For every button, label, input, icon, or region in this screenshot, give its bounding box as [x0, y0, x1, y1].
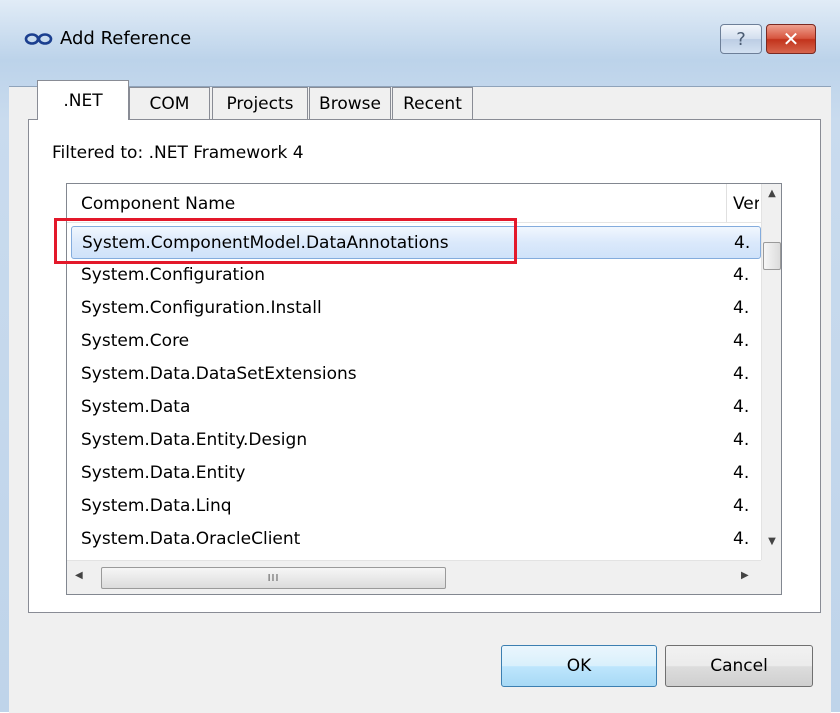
grip-icon: III [267, 572, 280, 584]
tab-browse[interactable]: Browse [309, 87, 391, 119]
tab-label: Browse [319, 93, 381, 114]
column-header-version[interactable]: Version [733, 194, 759, 214]
scroll-left-arrow-icon[interactable]: ◀ [75, 570, 83, 581]
component-name: System.Core [81, 331, 190, 351]
component-version: 4. [733, 430, 750, 450]
window-title: Add Reference [60, 28, 192, 49]
list-item[interactable]: System.Data.Entity 4. [67, 457, 761, 490]
tab-net[interactable]: .NET [37, 80, 129, 120]
vertical-scroll-thumb[interactable] [763, 242, 781, 270]
component-version: 4. [733, 331, 750, 351]
list-item[interactable]: System.Data.OracleClient 4. [67, 523, 761, 556]
filter-label: Filtered to: .NET Framework 4 [52, 143, 304, 163]
ok-button[interactable]: OK [501, 645, 657, 687]
component-name: System.Data.Linq [81, 496, 232, 516]
component-name: System.Configuration.Install [81, 298, 322, 318]
column-header-component-name[interactable]: Component Name [81, 194, 235, 214]
cancel-label: Cancel [710, 656, 768, 676]
help-icon: ? [736, 28, 746, 50]
component-version: 4. [733, 529, 750, 549]
component-name: System.Data.OracleClient [81, 529, 301, 549]
cancel-button[interactable]: Cancel [665, 645, 813, 687]
help-button[interactable]: ? [720, 24, 762, 54]
scroll-down-arrow-icon[interactable]: ▼ [762, 536, 781, 556]
list-item[interactable]: System.Data.Entity.Design 4. [67, 424, 761, 457]
tab-label: .NET [63, 90, 103, 111]
component-version: 4. [733, 298, 750, 318]
close-button[interactable]: ✕ [766, 24, 816, 54]
tab-label: COM [149, 93, 190, 114]
tab-projects[interactable]: Projects [212, 87, 308, 119]
scroll-right-arrow-icon[interactable]: ▶ [741, 570, 749, 581]
list-item[interactable]: System.Configuration.Install 4. [67, 292, 761, 325]
list-item[interactable]: System.Data.DataSetExtensions 4. [67, 358, 761, 391]
horizontal-scrollbar[interactable]: ◀ III ▶ [67, 560, 761, 594]
tab-com[interactable]: COM [129, 87, 210, 119]
component-name: System.Data.DataSetExtensions [81, 364, 357, 384]
component-name: System.Data.Entity [81, 463, 246, 483]
list-item[interactable]: System.Data 4. [67, 391, 761, 424]
list-item[interactable]: System.Data.Linq 4. [67, 490, 761, 523]
list-item[interactable]: System.Core 4. [67, 325, 761, 358]
component-version: 4. [734, 233, 751, 253]
component-version: 4. [733, 265, 750, 285]
title-bar[interactable]: Add Reference ? ✕ [0, 0, 840, 86]
tab-recent[interactable]: Recent [392, 87, 473, 119]
vertical-scrollbar[interactable]: ▲ ▼ [761, 184, 781, 560]
component-version: 4. [733, 397, 750, 417]
scroll-up-arrow-icon[interactable]: ▲ [762, 188, 781, 208]
highlight-annotation [54, 218, 517, 264]
component-version: 4. [733, 364, 750, 384]
scrollbar-corner [761, 560, 781, 594]
component-version: 4. [733, 496, 750, 516]
component-name: System.Configuration [81, 265, 266, 285]
close-icon: ✕ [782, 27, 800, 51]
component-name: System.Data [81, 397, 191, 417]
component-name: System.Data.Entity.Design [81, 430, 308, 450]
tab-label: Recent [403, 93, 462, 114]
add-reference-dialog: Add Reference ? ✕ .NET COM Projects Brow… [0, 0, 840, 713]
tab-label: Projects [226, 93, 294, 114]
horizontal-scroll-thumb[interactable]: III [101, 567, 446, 589]
component-version: 4. [733, 463, 750, 483]
ok-label: OK [566, 656, 592, 676]
infinity-icon [24, 33, 53, 45]
column-divider[interactable] [726, 184, 727, 222]
